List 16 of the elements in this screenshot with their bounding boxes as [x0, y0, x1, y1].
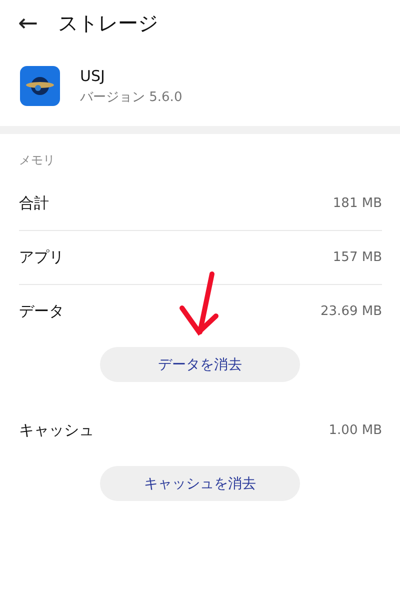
storage-label: データ: [19, 302, 64, 321]
app-version: バージョン 5.6.0: [80, 88, 182, 106]
storage-size: 157 MB: [332, 250, 382, 265]
section-title: メモリ: [18, 152, 56, 169]
storage-label: キャッシュ: [19, 421, 94, 440]
storage-label: アプリ: [19, 248, 64, 267]
app-name: USJ: [80, 66, 106, 84]
clear-button[interactable]: データを消去: [100, 347, 300, 382]
back-button[interactable]: ←: [18, 11, 38, 35]
storage-size: 23.69 MB: [320, 304, 382, 319]
storage-size: 181 MB: [332, 196, 382, 211]
app-icon: [20, 66, 60, 106]
storage-size: 1.00 MB: [328, 423, 382, 438]
clear-button[interactable]: キャッシュを消去: [100, 466, 300, 501]
page-title: ストレージ: [58, 10, 158, 36]
storage-label: 合計: [19, 194, 49, 213]
